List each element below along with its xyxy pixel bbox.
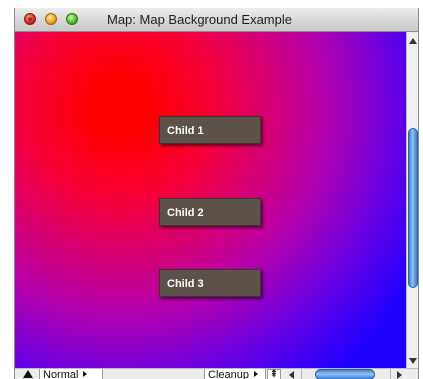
map-node-child-1[interactable]: Child 1 xyxy=(159,116,261,144)
scroll-up-arrow-icon[interactable] xyxy=(409,38,417,44)
cleanup-popup[interactable]: Cleanup xyxy=(204,369,266,379)
map-window: Map: Map Background Example Child 1 Chil… xyxy=(14,8,419,379)
scroll-left-arrow-icon[interactable] xyxy=(289,371,294,379)
scroll-right-arrow-icon[interactable] xyxy=(397,371,402,379)
popup-arrow-icon xyxy=(83,371,88,377)
window-title: Map: Map Background Example xyxy=(107,12,292,27)
bottom-toolbar: Normal Cleanup ⇞ xyxy=(15,368,418,379)
title-bar[interactable]: Map: Map Background Example xyxy=(15,8,418,32)
zoom-button[interactable] xyxy=(66,13,78,25)
map-node-child-3[interactable]: Child 3 xyxy=(159,269,261,297)
fit-icon[interactable]: ⇞ xyxy=(267,369,281,379)
map-canvas[interactable]: Child 1 Child 2 Child 3 xyxy=(15,32,406,368)
view-mode-label: Normal xyxy=(43,369,79,379)
triangle-up-icon[interactable] xyxy=(23,370,33,378)
horizontal-scroll-thumb[interactable] xyxy=(315,369,375,379)
popup-arrow-icon xyxy=(253,371,258,377)
minimize-button[interactable] xyxy=(45,13,57,25)
scroll-down-arrow-icon[interactable] xyxy=(409,358,417,364)
vertical-scroll-thumb[interactable] xyxy=(408,128,418,288)
cleanup-label: Cleanup xyxy=(208,369,249,379)
map-node-child-2[interactable]: Child 2 xyxy=(159,198,261,226)
view-mode-popup[interactable]: Normal xyxy=(39,369,103,379)
close-button[interactable] xyxy=(24,13,36,25)
vertical-scrollbar[interactable] xyxy=(406,32,418,368)
